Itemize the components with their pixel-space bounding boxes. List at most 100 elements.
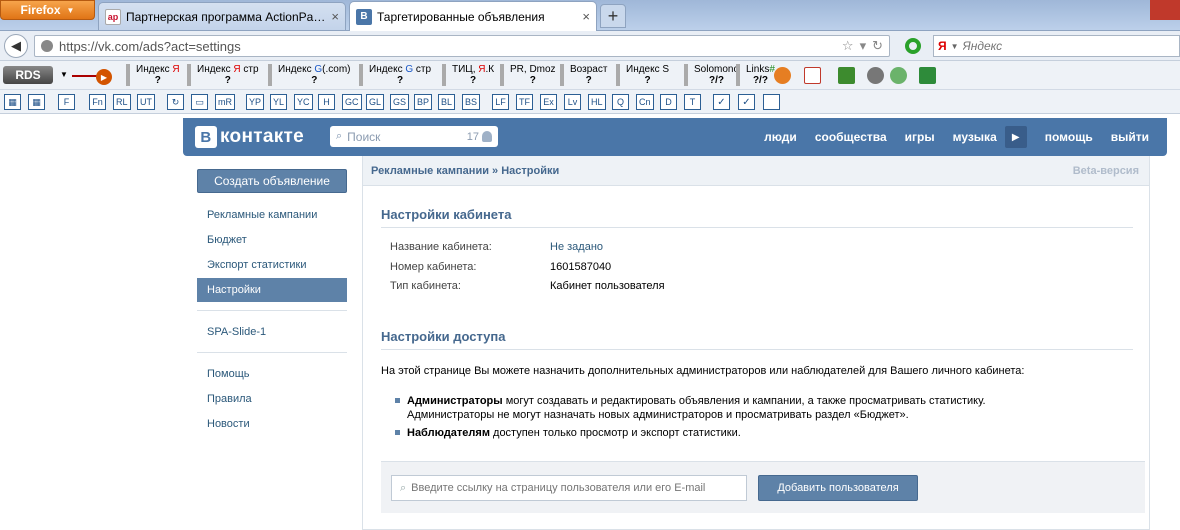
url-bar[interactable]: https://vk.com/ads?act=settings ☆ ▾ ↻	[34, 35, 890, 57]
menu-item-settings[interactable]: Настройки	[197, 278, 347, 302]
seo-button[interactable]: HL	[588, 94, 606, 110]
create-ad-button[interactable]: Создать объявление	[197, 169, 347, 193]
new-tab-button[interactable]: +	[600, 4, 626, 28]
rds-metric[interactable]: Индекс Я?	[126, 64, 180, 86]
search-engine-dropdown-icon[interactable]: ▼	[951, 42, 959, 51]
menu-item-news[interactable]: Новости	[197, 412, 347, 436]
rds-metric[interactable]: Links# ?/?	[736, 64, 775, 86]
search-bar[interactable]: Я ▼	[933, 35, 1180, 57]
rds-metric-value: ?	[311, 75, 318, 86]
bookmark-star-icon[interactable]: ☆	[842, 38, 854, 54]
menu-item-budget[interactable]: Бюджет	[197, 228, 347, 252]
addon-q-icon[interactable]	[905, 38, 921, 54]
nav-people[interactable]: люди	[764, 130, 797, 144]
music-play-icon[interactable]: ▶	[1004, 126, 1027, 148]
window-close-button[interactable]	[1150, 0, 1180, 20]
seo-button[interactable]: ✓	[738, 94, 755, 110]
rds-metric[interactable]: Индекс G(.com)?	[268, 64, 351, 86]
seo-button[interactable]: RL	[113, 94, 131, 110]
seo-button[interactable]: Fn	[89, 94, 106, 110]
seo-button[interactable]: YL	[270, 94, 288, 110]
reload-icon[interactable]: ↻	[872, 38, 883, 54]
firefox-menu-button[interactable]: Firefox ▼	[0, 0, 95, 20]
tab-bar: Firefox ▼ ap Партнерская программа Actio…	[0, 0, 1180, 31]
browser-tab-vk-ads[interactable]: В Таргетированные объявления ×	[349, 1, 597, 31]
seo-button[interactable]: GS	[390, 94, 410, 110]
vk-logo[interactable]: В контакте	[195, 126, 304, 148]
info-icon[interactable]	[774, 67, 791, 84]
rds-logo-button[interactable]: RDS	[3, 66, 53, 84]
seo-button[interactable]: Lv	[564, 94, 581, 110]
close-tab-icon[interactable]: ×	[331, 9, 339, 24]
bullet-bold: Администраторы	[407, 395, 503, 407]
user-link-field[interactable]: ⌕	[391, 475, 747, 501]
rds-metric[interactable]: Индекс Я стр?	[187, 64, 259, 86]
tab-title: Партнерская программа ActionPay...	[126, 9, 327, 24]
seo-button[interactable]	[763, 94, 780, 110]
seo-button[interactable]: LF	[492, 94, 509, 110]
seo-button[interactable]: BP	[414, 94, 433, 110]
menu-item-app[interactable]: SPA-Slide-1	[197, 320, 347, 344]
bullet-marker	[395, 398, 400, 403]
menu-item-help[interactable]: Помощь	[197, 362, 347, 386]
user-link-input[interactable]	[411, 482, 732, 494]
vk-page: В контакте ⌕ Поиск 17 люди сообщества иг…	[0, 114, 1180, 530]
menu-item-rules[interactable]: Правила	[197, 387, 347, 411]
menu-item-campaigns[interactable]: Рекламные кампании	[197, 203, 347, 227]
seo-button[interactable]: F	[58, 94, 75, 110]
seo-button[interactable]: YC	[294, 94, 313, 110]
rds-metric-label: ТИЦ, Я.К	[452, 64, 495, 75]
rds-record-button[interactable]: ▶	[72, 66, 114, 86]
add-user-button[interactable]: Добавить пользователя	[758, 475, 918, 501]
stats-chart-icon[interactable]	[804, 67, 821, 84]
cabinet-name-link[interactable]: Не задано	[550, 241, 603, 253]
rds-metric[interactable]: ТИЦ, Я.К?	[442, 64, 494, 86]
rds-metric[interactable]: Возраст?	[560, 64, 607, 86]
seo-button[interactable]: Cn	[636, 94, 654, 110]
seo-button[interactable]: Q	[612, 94, 629, 110]
gear-icon[interactable]	[867, 67, 884, 84]
browser-tab-actionpay[interactable]: ap Партнерская программа ActionPay... ×	[98, 2, 346, 30]
seo-button[interactable]: BS	[462, 94, 481, 110]
nav-games[interactable]: игры	[905, 130, 935, 144]
seo-button[interactable]: YP	[246, 94, 265, 110]
menu-item-export-stats[interactable]: Экспорт статистики	[197, 253, 347, 277]
rds-metric[interactable]: Solomono ?/?	[684, 64, 739, 86]
seo-button[interactable]: H	[318, 94, 335, 110]
seo-button[interactable]: GL	[366, 94, 385, 110]
rds-metric-value: ?	[469, 75, 477, 86]
seo-button[interactable]: TF	[516, 94, 533, 110]
yandex-icon[interactable]: Я	[938, 39, 947, 53]
history-dropdown-icon[interactable]: ▾	[860, 38, 867, 54]
seo-button[interactable]: mR	[215, 94, 235, 110]
seo-button[interactable]: ▭	[191, 94, 208, 110]
breadcrumb-text[interactable]: Рекламные кампании » Настройки	[371, 165, 559, 177]
seo-button[interactable]: Ex	[540, 94, 557, 110]
rds-metric[interactable]: Индекс S?	[616, 64, 669, 86]
seo-button[interactable]: ✓	[713, 94, 730, 110]
seo-button[interactable]: ↻	[167, 94, 184, 110]
grid-icon[interactable]: ▦	[4, 94, 21, 110]
search-input[interactable]	[962, 39, 1163, 53]
nav-help[interactable]: помощь	[1045, 130, 1093, 144]
rds-dropdown-icon[interactable]: ▼	[60, 70, 68, 79]
nav-logout[interactable]: выйти	[1111, 130, 1149, 144]
seo-button[interactable]: UT	[137, 94, 155, 110]
seo-button[interactable]: GC	[342, 94, 362, 110]
rds-metric[interactable]: Индекс G стр?	[359, 64, 431, 86]
rds-metric[interactable]: PR, Dmoz?	[500, 64, 556, 86]
extension-icon[interactable]	[919, 67, 936, 84]
site-identity-icon[interactable]	[41, 40, 53, 52]
puzzle-icon[interactable]	[838, 67, 855, 84]
recycle-icon[interactable]	[890, 67, 907, 84]
nav-communities[interactable]: сообщества	[815, 130, 887, 144]
seo-button[interactable]: D	[660, 94, 677, 110]
seo-button[interactable]: T	[684, 94, 701, 110]
close-tab-icon[interactable]: ×	[582, 9, 590, 24]
seo-button[interactable]: BL	[438, 94, 456, 110]
url-text[interactable]: https://vk.com/ads?act=settings	[59, 39, 836, 54]
vk-search-input[interactable]: ⌕ Поиск 17	[330, 126, 498, 147]
back-button[interactable]: ◀	[4, 34, 28, 58]
grid-alt-icon[interactable]: ▦	[28, 94, 45, 110]
nav-music[interactable]: музыка	[953, 130, 997, 144]
